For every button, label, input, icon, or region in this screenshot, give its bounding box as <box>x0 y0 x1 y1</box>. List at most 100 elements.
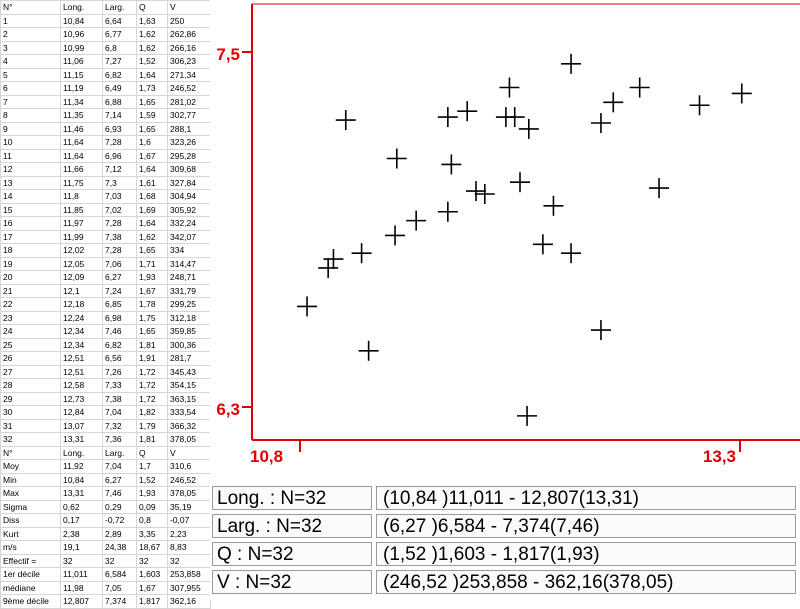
table-cell[interactable]: 362,16 <box>167 594 211 609</box>
table-cell[interactable]: 0,09 <box>136 499 168 514</box>
table-cell[interactable]: 1,93 <box>136 486 168 501</box>
table-cell[interactable]: 11,19 <box>60 81 103 96</box>
table-cell[interactable]: 17 <box>0 229 61 244</box>
table-cell[interactable]: 1,52 <box>136 54 168 69</box>
table-cell[interactable]: 363,15 <box>167 391 211 406</box>
table-cell[interactable]: 4 <box>0 54 61 69</box>
table-cell[interactable]: 13,07 <box>60 418 103 433</box>
table-cell[interactable]: 323,26 <box>167 135 211 150</box>
table-cell[interactable]: 12,51 <box>60 351 103 366</box>
table-cell[interactable]: 6,82 <box>102 337 137 352</box>
table-cell[interactable]: 7,3 <box>102 175 137 190</box>
table-cell[interactable]: 7,04 <box>102 459 137 474</box>
table-cell[interactable]: -0,72 <box>102 513 137 528</box>
table-cell[interactable]: 246,52 <box>167 81 211 96</box>
table-cell[interactable]: 11,99 <box>60 229 103 244</box>
table-cell[interactable]: 12,05 <box>60 256 103 271</box>
table-cell[interactable]: 12,24 <box>60 310 103 325</box>
table-cell[interactable]: 6,27 <box>102 270 137 285</box>
table-cell[interactable]: 2,89 <box>102 526 137 541</box>
table-cell[interactable]: 1,75 <box>136 310 168 325</box>
table-cell[interactable]: 31 <box>0 418 61 433</box>
table-cell[interactable]: 12,34 <box>60 337 103 352</box>
table-cell[interactable]: Q <box>136 445 168 460</box>
table-cell[interactable]: 6,93 <box>102 121 137 136</box>
table-cell[interactable]: 1,71 <box>136 256 168 271</box>
table-cell[interactable]: 281,7 <box>167 351 211 366</box>
table-cell[interactable]: 1,52 <box>136 472 168 487</box>
table-cell[interactable]: 281,02 <box>167 94 211 109</box>
table-cell[interactable]: 295,28 <box>167 148 211 163</box>
table-cell[interactable]: 1,82 <box>136 405 168 420</box>
table-cell[interactable]: 23 <box>0 310 61 325</box>
table-cell[interactable]: 266,16 <box>167 40 211 55</box>
table-cell[interactable]: 7,24 <box>102 283 137 298</box>
table-cell[interactable]: 12,18 <box>60 297 103 312</box>
table-cell[interactable]: 9 <box>0 121 61 136</box>
table-cell[interactable]: 19,1 <box>60 540 103 555</box>
table-cell[interactable]: 1,7 <box>136 459 168 474</box>
table-cell[interactable]: 9ème décile <box>0 594 61 609</box>
table-cell[interactable]: 7,28 <box>102 216 137 231</box>
table-cell[interactable]: N° <box>0 0 61 15</box>
table-cell[interactable]: 7,27 <box>102 54 137 69</box>
table-cell[interactable]: 11,64 <box>60 148 103 163</box>
table-cell[interactable]: 10,84 <box>60 472 103 487</box>
table-cell[interactable]: 13 <box>0 175 61 190</box>
table-cell[interactable]: 1,73 <box>136 81 168 96</box>
table-cell[interactable]: 5 <box>0 67 61 82</box>
table-cell[interactable]: 8 <box>0 108 61 123</box>
table-cell[interactable]: 378,05 <box>167 486 211 501</box>
table-cell[interactable]: 11,98 <box>60 580 103 595</box>
table-cell[interactable]: 1,62 <box>136 229 168 244</box>
table-cell[interactable]: 22 <box>0 297 61 312</box>
table-cell[interactable]: médiane <box>0 580 61 595</box>
table-cell[interactable]: 7 <box>0 94 61 109</box>
table-cell[interactable]: 11,15 <box>60 67 103 82</box>
table-cell[interactable]: 1,65 <box>136 324 168 339</box>
table-cell[interactable]: 7,05 <box>102 580 137 595</box>
table-cell[interactable]: 10,99 <box>60 40 103 55</box>
table-cell[interactable]: 6,49 <box>102 81 137 96</box>
table-cell[interactable]: 1,64 <box>136 216 168 231</box>
table-cell[interactable]: 302,77 <box>167 108 211 123</box>
table-cell[interactable]: 11,06 <box>60 54 103 69</box>
table-cell[interactable]: 7,38 <box>102 391 137 406</box>
table-cell[interactable]: 1,67 <box>136 580 168 595</box>
table-cell[interactable]: Max <box>0 486 61 501</box>
table-cell[interactable]: 250 <box>167 13 211 28</box>
table-cell[interactable]: 6,88 <box>102 94 137 109</box>
table-cell[interactable]: 6,85 <box>102 297 137 312</box>
table-cell[interactable]: 1,67 <box>136 148 168 163</box>
table-cell[interactable]: 10,96 <box>60 27 103 42</box>
table-cell[interactable]: Larg. <box>102 445 137 460</box>
table-cell[interactable]: 1,64 <box>136 67 168 82</box>
table-cell[interactable]: 331,79 <box>167 283 211 298</box>
table-cell[interactable]: 1,93 <box>136 270 168 285</box>
table-cell[interactable]: 1,62 <box>136 27 168 42</box>
table-cell[interactable]: 334 <box>167 243 211 258</box>
table-cell[interactable]: 0,8 <box>136 513 168 528</box>
table-cell[interactable]: 7,46 <box>102 486 137 501</box>
table-cell[interactable]: 7,38 <box>102 229 137 244</box>
table-cell[interactable]: 1er décile <box>0 567 61 582</box>
table-cell[interactable]: 35,19 <box>167 499 211 514</box>
table-cell[interactable]: 16 <box>0 216 61 231</box>
table-cell[interactable]: 13,31 <box>60 432 103 447</box>
table-cell[interactable]: Diss <box>0 513 61 528</box>
table-cell[interactable]: Kurt <box>0 526 61 541</box>
table-cell[interactable]: 0,17 <box>60 513 103 528</box>
table-cell[interactable]: 1,62 <box>136 40 168 55</box>
table-cell[interactable]: 253,858 <box>167 567 211 582</box>
table-cell[interactable]: 24,38 <box>102 540 137 555</box>
table-cell[interactable]: 1,603 <box>136 567 168 582</box>
table-cell[interactable]: 1,72 <box>136 364 168 379</box>
table-cell[interactable]: 342,07 <box>167 229 211 244</box>
table-cell[interactable]: 11,8 <box>60 189 103 204</box>
table-cell[interactable]: 12,02 <box>60 243 103 258</box>
table-cell[interactable]: V <box>167 445 211 460</box>
table-cell[interactable]: N° <box>0 445 61 460</box>
table-cell[interactable]: 6,98 <box>102 310 137 325</box>
table-cell[interactable]: 25 <box>0 337 61 352</box>
table-cell[interactable]: 1,61 <box>136 175 168 190</box>
